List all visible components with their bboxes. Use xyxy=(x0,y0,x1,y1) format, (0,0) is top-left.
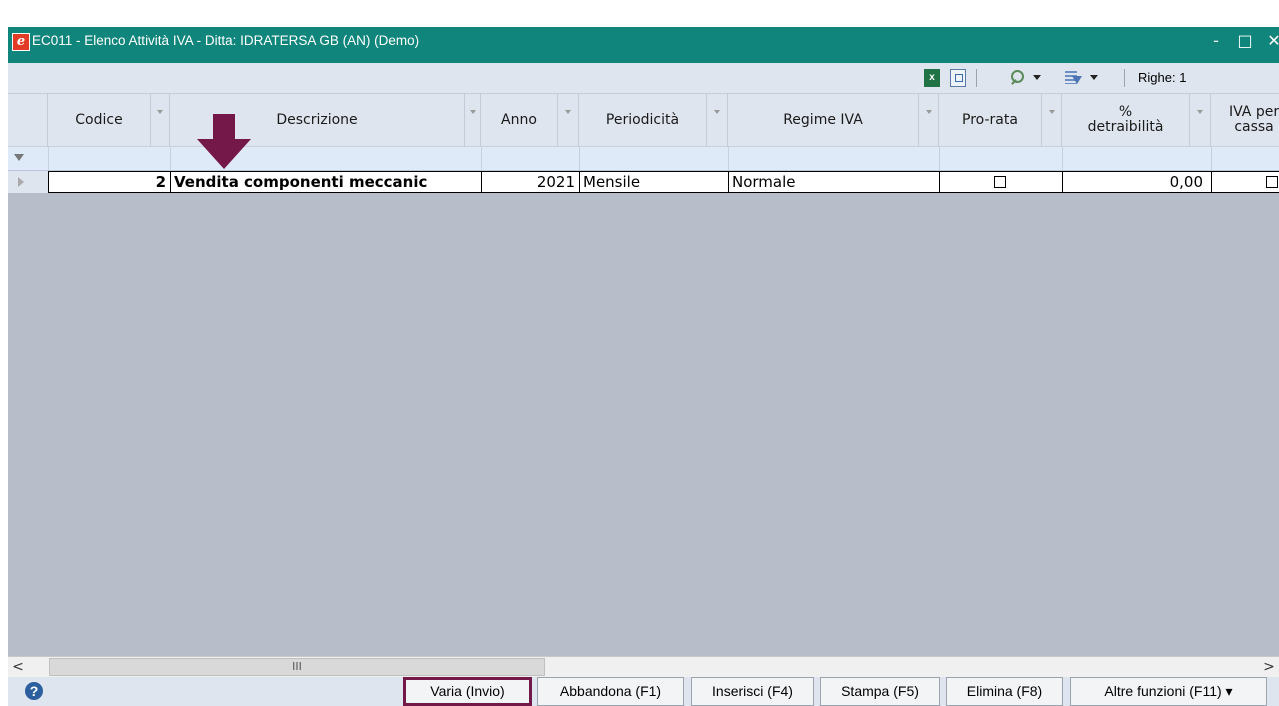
column-filter-icon[interactable] xyxy=(1065,69,1083,87)
column-filter-chevron-icon[interactable] xyxy=(1090,75,1098,80)
column-filter-dropdown-icon[interactable] xyxy=(558,94,579,146)
maximize-button[interactable]: □ xyxy=(1230,27,1260,57)
row-count-label: Righe: 1 xyxy=(1138,70,1187,85)
window-title: EC011 - Elenco Attività IVA - Ditta: IDR… xyxy=(32,33,420,48)
column-filter-dropdown-icon[interactable] xyxy=(151,94,170,146)
column-header-iva-per-cassa[interactable]: IVA per cassa xyxy=(1211,94,1279,146)
cell-detraibilita[interactable]: 0,00 xyxy=(1062,171,1211,193)
scroll-right-button[interactable]: > xyxy=(1259,657,1279,677)
column-filter-dropdown-icon[interactable] xyxy=(919,94,939,146)
grid-toolbar: x Righe: 1 xyxy=(8,63,1279,94)
inserisci-button[interactable]: Inserisci (F4) xyxy=(691,677,814,706)
main-window: e EC011 - Elenco Attività IVA - Ditta: I… xyxy=(8,27,1279,706)
scrollbar-thumb[interactable]: III xyxy=(49,658,545,676)
toolbar-separator xyxy=(1124,69,1125,87)
excel-export-icon[interactable]: x xyxy=(924,69,940,87)
row-indicator-icon[interactable] xyxy=(8,171,48,193)
scroll-left-button[interactable]: < xyxy=(8,657,28,677)
export-icon[interactable] xyxy=(950,69,966,87)
filter-funnel-icon xyxy=(14,154,24,161)
column-filter-dropdown-icon[interactable] xyxy=(707,94,728,146)
pro-rata-checkbox[interactable] xyxy=(994,176,1006,188)
column-header-codice[interactable]: Codice xyxy=(48,94,151,146)
close-button[interactable]: ✕ xyxy=(1259,27,1279,57)
column-header-regime-iva[interactable]: Regime IVA xyxy=(728,94,919,146)
cell-descrizione[interactable]: Vendita componenti meccanic xyxy=(170,171,481,193)
abbandona-button[interactable]: Abbandona (F1) xyxy=(537,677,684,706)
cell-codice[interactable]: 2 xyxy=(48,171,170,193)
help-icon[interactable]: ? xyxy=(25,682,43,700)
action-bar: ? Varia (Invio) Abbandona (F1) Inserisci… xyxy=(8,677,1279,706)
title-bar: e EC011 - Elenco Attività IVA - Ditta: I… xyxy=(8,27,1279,63)
app-logo-icon: e xyxy=(12,33,30,51)
search-dropdown-chevron-icon[interactable] xyxy=(1033,75,1041,80)
search-icon[interactable] xyxy=(1010,69,1028,87)
column-filter-dropdown-icon[interactable] xyxy=(1042,94,1062,146)
varia-button[interactable]: Varia (Invio) xyxy=(403,677,532,706)
column-header-periodicita[interactable]: Periodicità xyxy=(579,94,707,146)
elimina-button[interactable]: Elimina (F8) xyxy=(946,677,1063,706)
cell-periodicita[interactable]: Mensile xyxy=(579,171,728,193)
header-corner xyxy=(8,94,48,146)
minimize-button[interactable]: - xyxy=(1201,27,1231,57)
altre-funzioni-button[interactable]: Altre funzioni (F11) ▾ xyxy=(1070,677,1267,706)
column-header-anno[interactable]: Anno xyxy=(481,94,558,146)
cell-regime-iva[interactable]: Normale xyxy=(728,171,939,193)
column-filter-dropdown-icon[interactable] xyxy=(1190,94,1211,146)
column-header-detraibilita[interactable]: % detraibilità xyxy=(1062,94,1190,146)
stampa-button[interactable]: Stampa (F5) xyxy=(820,677,940,706)
cell-anno[interactable]: 2021 xyxy=(481,171,579,193)
column-header-pro-rata[interactable]: Pro-rata xyxy=(939,94,1042,146)
toolbar-separator xyxy=(976,69,977,87)
column-filter-dropdown-icon[interactable] xyxy=(465,94,481,146)
horizontal-scrollbar[interactable]: < III > xyxy=(8,656,1279,677)
iva-per-cassa-checkbox[interactable] xyxy=(1266,176,1278,188)
arrow-down-icon xyxy=(197,114,251,169)
